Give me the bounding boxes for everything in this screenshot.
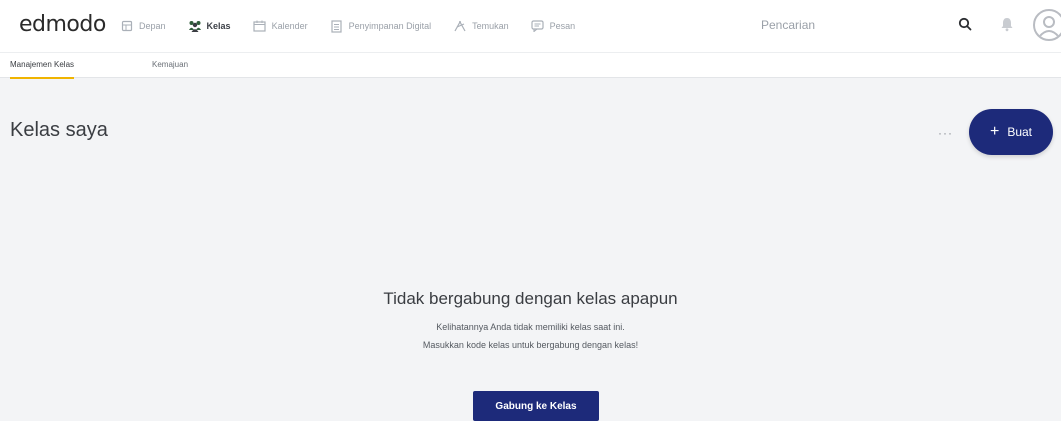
nav-item-label: Kalender — [271, 21, 308, 31]
nav-item-label: Penyimpanan Digital — [348, 21, 432, 31]
storage-icon — [330, 19, 344, 33]
classes-icon — [188, 19, 202, 33]
nav-item-calendar[interactable]: Kalender — [253, 19, 308, 33]
calendar-icon — [253, 19, 267, 33]
plus-icon: + — [989, 123, 1000, 140]
user-avatar[interactable] — [1033, 9, 1061, 41]
more-options-button[interactable]: ··· — [938, 126, 953, 140]
top-navigation-bar: edmodo Depan Kelas Kalender Penyimpanan … — [0, 0, 1061, 52]
nav-item-home[interactable]: Depan — [120, 19, 166, 33]
nav-item-messages[interactable]: Pesan — [531, 19, 576, 33]
empty-state-title: Tidak bergabung dengan kelas apapun — [383, 289, 678, 308]
edmodo-logo[interactable]: edmodo — [19, 12, 106, 37]
nav-item-digital-storage[interactable]: Penyimpanan Digital — [330, 19, 432, 33]
nav-item-label: Kelas — [206, 21, 231, 31]
home-icon — [120, 19, 134, 33]
nav-item-label: Depan — [139, 21, 166, 31]
nav-item-discover[interactable]: Temukan — [453, 19, 509, 33]
main-nav: Depan Kelas Kalender Penyimpanan Digital… — [120, 0, 597, 52]
empty-state-message-line2: Masukkan kode kelas untuk bergabung deng… — [422, 340, 639, 350]
nav-item-classes[interactable]: Kelas — [188, 19, 231, 33]
join-class-button[interactable]: Gabung ke Kelas — [473, 391, 599, 421]
nav-item-label: Pesan — [549, 21, 576, 31]
search-box — [761, 10, 981, 40]
search-input[interactable] — [761, 10, 981, 40]
page-title: Kelas saya — [10, 119, 108, 141]
create-button-label: Buat — [1007, 125, 1033, 139]
discover-icon — [453, 19, 467, 33]
search-icon[interactable] — [958, 17, 974, 33]
notifications-bell-icon[interactable] — [996, 13, 1018, 35]
create-class-button[interactable]: + Buat — [969, 109, 1053, 155]
tab-progress[interactable]: Kemajuan — [152, 53, 188, 79]
sub-navigation: Manajemen Kelas Kemajuan — [0, 52, 1061, 79]
empty-state-message-line1: Kelihatannya Anda tidak memiliki kelas s… — [436, 322, 625, 332]
nav-item-label: Temukan — [472, 21, 509, 31]
message-icon — [531, 19, 545, 33]
tab-class-management[interactable]: Manajemen Kelas — [10, 53, 75, 79]
